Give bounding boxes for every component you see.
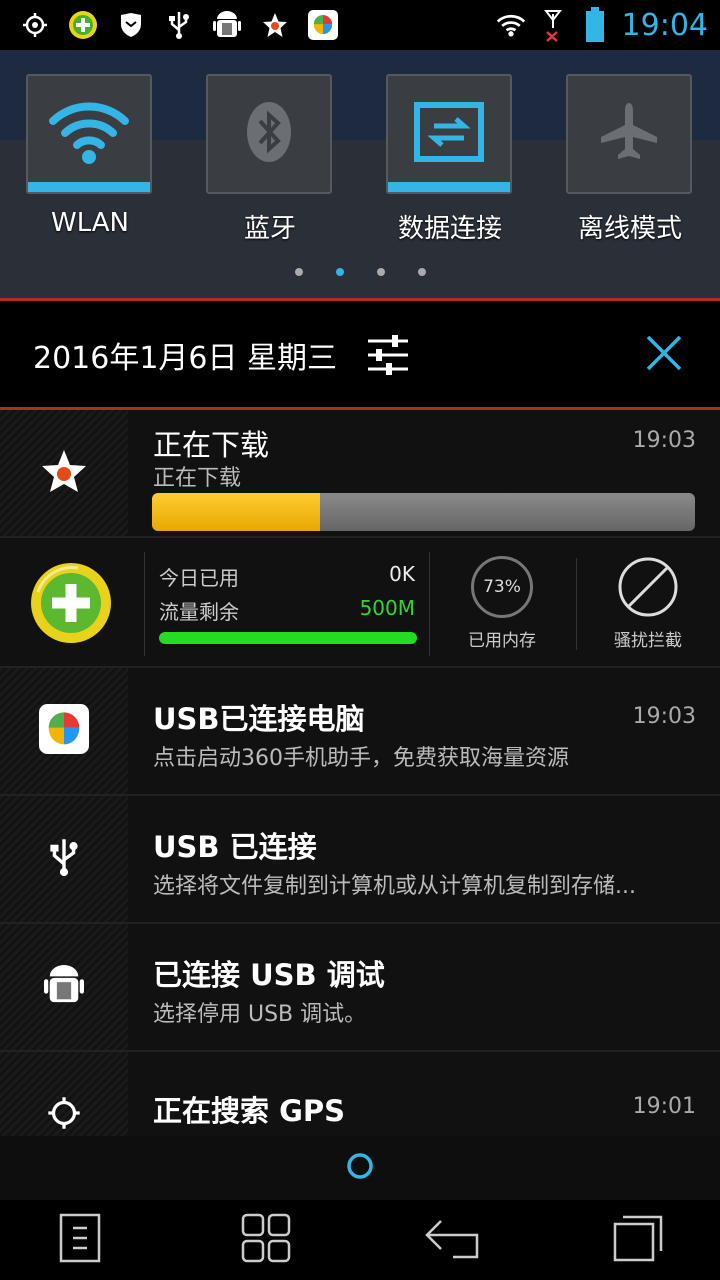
menu-icon — [58, 1212, 102, 1268]
bluetooth-icon — [244, 97, 294, 171]
settings-sliders-icon[interactable] — [366, 333, 410, 377]
home-button[interactable] — [236, 1212, 296, 1268]
bluetooth-toggle[interactable] — [206, 74, 332, 194]
usb-icon — [49, 835, 79, 883]
page-dot — [376, 268, 385, 276]
data-connection-toggle[interactable] — [386, 74, 512, 194]
bluetooth-label: 蓝牙 — [243, 214, 296, 244]
gps-notification[interactable]: 正在搜索 GPS 19:01 — [0, 1052, 720, 1136]
360-security-logo — [30, 562, 112, 644]
360-assistant-icon — [39, 704, 89, 758]
recents-button[interactable] — [608, 1212, 668, 1268]
download-progress-bar — [152, 493, 695, 531]
block-label: 骚扰拦截 — [614, 631, 682, 651]
wlan-toggle[interactable] — [26, 74, 152, 194]
notification-title: USB已连接电脑 — [153, 702, 365, 736]
panel-drag-handle[interactable] — [0, 1136, 720, 1200]
notification-subtitle: 点击启动360手机助手，免费获取海量资源 — [153, 746, 569, 771]
notification-subtitle: 选择停用 USB 调试。 — [153, 1002, 367, 1027]
notification-title: USB 已连接 — [153, 830, 317, 864]
quick-settings-panel: WLAN 蓝牙 数据连接 离线模式 — [0, 50, 720, 301]
android-debug-icon — [44, 963, 84, 1011]
remaining-value: 500M — [359, 596, 415, 620]
no-signal-icon — [538, 10, 568, 42]
android-debug-icon — [212, 10, 242, 40]
traffic-stats: 今日已用 0K 流量剩余 500M — [144, 552, 430, 656]
wifi-icon — [49, 97, 129, 171]
airplane-mode-toggle[interactable] — [566, 74, 692, 194]
360-widget-notification[interactable]: 今日已用 0K 流量剩余 500M 73% 已用内存 骚扰拦截 — [0, 538, 720, 668]
handle-circle-icon — [345, 1151, 375, 1185]
memory-usage-button[interactable]: 73% 已用内存 — [452, 556, 552, 651]
data-connection-label: 数据连接 — [397, 214, 502, 244]
block-icon — [617, 557, 679, 622]
today-used-label: 今日已用 — [159, 566, 239, 590]
star-download-icon — [40, 448, 88, 498]
recents-icon — [612, 1213, 664, 1267]
menu-button[interactable] — [50, 1212, 110, 1268]
notification-time: 19:03 — [632, 428, 696, 453]
notification-list: 正在下载 正在下载 19:03 今日已用 0K 流量剩余 500M 73% 已用… — [0, 410, 720, 1136]
home-icon — [240, 1212, 292, 1268]
wifi-icon — [496, 10, 526, 40]
360-assistant-icon — [308, 10, 338, 40]
battery-icon — [580, 7, 610, 42]
notification-subtitle: 正在下载 — [153, 466, 242, 491]
gps-icon — [47, 1096, 81, 1134]
back-button[interactable] — [422, 1212, 482, 1268]
page-dot — [294, 268, 303, 276]
airplane-icon — [596, 99, 662, 169]
usb-connected-notification[interactable]: USB 已连接 选择将文件复制到计算机或从计算机复制到存储... — [0, 796, 720, 924]
airplane-mode-label: 离线模式 — [577, 214, 682, 244]
clock: 19:04 — [621, 7, 708, 43]
usb-icon — [164, 10, 194, 40]
notification-subtitle: 选择将文件复制到计算机或从计算机复制到存储... — [153, 874, 636, 899]
download-notification[interactable]: 正在下载 正在下载 19:03 — [0, 410, 720, 538]
shield-icon — [116, 10, 146, 40]
download-progress-fill — [152, 493, 321, 531]
traffic-remaining-bar — [159, 632, 417, 644]
memory-label: 已用内存 — [468, 631, 536, 651]
navigation-bar — [0, 1200, 720, 1280]
date-label: 2016年1月6日 星期三 — [33, 341, 338, 376]
notification-time: 19:03 — [632, 704, 696, 729]
clear-all-icon[interactable] — [644, 333, 684, 373]
status-bar: 19:04 — [0, 0, 720, 50]
page-dot-active — [335, 268, 344, 276]
notification-title: 已连接 USB 调试 — [153, 958, 385, 992]
data-connection-icon — [414, 102, 484, 166]
notification-time: 19:01 — [632, 1094, 696, 1119]
page-dot — [417, 268, 426, 276]
back-icon — [423, 1215, 481, 1265]
memory-percent: 73% — [471, 556, 533, 618]
gps-icon — [20, 10, 50, 40]
notification-title: 正在下载 — [153, 428, 270, 462]
360-security-icon — [68, 10, 98, 40]
harassment-block-button[interactable]: 骚扰拦截 — [598, 556, 698, 651]
usb-debug-notification[interactable]: 已连接 USB 调试 选择停用 USB 调试。 — [0, 924, 720, 1052]
wlan-label: WLAN — [50, 208, 130, 238]
notification-header: 2016年1月6日 星期三 — [0, 303, 720, 410]
today-used-value: 0K — [389, 562, 415, 586]
page-indicator — [0, 268, 720, 276]
star-download-icon — [260, 10, 290, 40]
remaining-label: 流量剩余 — [159, 600, 239, 624]
notification-title: 正在搜索 GPS — [153, 1094, 346, 1128]
usb-pc-notification[interactable]: USB已连接电脑 点击启动360手机助手，免费获取海量资源 19:03 — [0, 668, 720, 796]
